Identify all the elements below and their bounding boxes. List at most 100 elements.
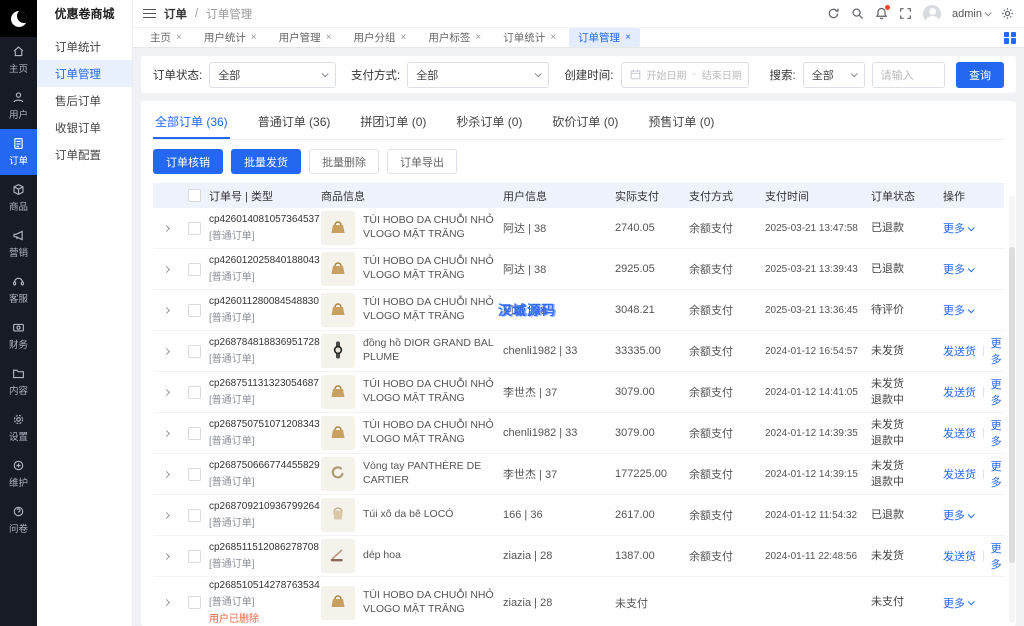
more-button[interactable]: 更多 [991, 335, 1004, 367]
rail-item-主页[interactable]: 主页 [0, 37, 37, 83]
tab-订单统计[interactable]: 订单统计× [494, 28, 565, 47]
more-button[interactable]: 更多 [991, 376, 1004, 408]
more-button[interactable]: 更多 [943, 507, 973, 523]
expand-icon[interactable] [162, 552, 169, 559]
row-checkbox[interactable] [188, 596, 201, 609]
tab-用户统计[interactable]: 用户统计× [195, 28, 266, 47]
sidebar-item-订单配置[interactable]: 订单配置 [37, 141, 132, 168]
more-button[interactable]: 更多 [943, 261, 973, 277]
date-range-picker[interactable]: 开始日期 - 结束日期 [621, 62, 749, 88]
rail-item-财务[interactable]: 财务 [0, 313, 37, 359]
row-checkbox[interactable] [188, 263, 201, 276]
rail-item-维护[interactable]: 维护 [0, 451, 37, 497]
row-checkbox[interactable] [188, 222, 201, 235]
row-checkbox[interactable] [188, 304, 201, 317]
expand-icon[interactable] [162, 429, 169, 436]
search-input[interactable]: 请输入 [872, 62, 945, 88]
notification-bell-icon[interactable] [875, 7, 888, 20]
ship-button[interactable]: 发送货 [943, 466, 976, 482]
row-checkbox[interactable] [188, 468, 201, 481]
more-button[interactable]: 更多 [991, 417, 1004, 449]
rail-item-订单[interactable]: 订单 [0, 129, 37, 175]
sidebar-item-订单管理[interactable]: 订单管理 [37, 60, 132, 87]
sidebar-item-订单统计[interactable]: 订单统计 [37, 33, 132, 60]
close-icon[interactable]: × [401, 32, 407, 43]
订单导出-button[interactable]: 订单导出 [387, 149, 457, 174]
more-button[interactable]: 更多 [991, 458, 1004, 490]
order-tab-秒杀订单 (0)[interactable]: 秒杀订单 (0) [454, 105, 524, 139]
more-button[interactable]: 更多 [943, 595, 973, 611]
rail-item-客服[interactable]: 客服 [0, 267, 37, 313]
order-tab-全部订单 (36)[interactable]: 全部订单 (36) [153, 105, 230, 139]
expand-icon[interactable] [162, 224, 169, 231]
tab-主页[interactable]: 主页× [141, 28, 191, 47]
ship-button[interactable]: 发送货 [943, 343, 976, 359]
scrollbar-thumb[interactable] [1009, 247, 1015, 563]
breadcrumb-root[interactable]: 订单 [164, 6, 187, 22]
select-all-checkbox[interactable] [188, 189, 201, 202]
close-icon[interactable]: × [550, 32, 556, 43]
expand-icon[interactable] [162, 265, 169, 272]
menu-toggle-icon[interactable] [143, 9, 156, 19]
pay-method-select[interactable]: 全部 [407, 62, 549, 88]
tab-用户分组[interactable]: 用户分组× [345, 28, 416, 47]
actions-cell: 发送货更多 [943, 458, 1004, 490]
rail-item-营销[interactable]: 营销 [0, 221, 37, 267]
search-scope-select[interactable]: 全部 [803, 62, 865, 88]
fullscreen-icon[interactable] [899, 7, 912, 20]
table-header: 订单号 | 类型商品信息用户信息实际支付支付方式支付时间订单状态操作 [153, 183, 1004, 208]
tab-用户标签[interactable]: 用户标签× [419, 28, 490, 47]
bag-tan-icon [328, 217, 348, 240]
expand-icon[interactable] [162, 388, 169, 395]
app-logo[interactable] [0, 0, 37, 37]
sidebar-item-收银订单[interactable]: 收银订单 [37, 114, 132, 141]
scrollbar-track[interactable] [1009, 196, 1015, 623]
rail-item-设置[interactable]: 设置 [0, 405, 37, 451]
rail-item-用户[interactable]: 用户 [0, 83, 37, 129]
rail-item-内容[interactable]: 内容 [0, 359, 37, 405]
close-icon[interactable]: × [475, 32, 481, 43]
row-checkbox[interactable] [188, 386, 201, 399]
search-button[interactable]: 查询 [956, 62, 1004, 88]
tab-options-icon[interactable] [1004, 32, 1016, 44]
close-icon[interactable]: × [251, 32, 257, 43]
row-checkbox[interactable] [188, 345, 201, 358]
user-menu[interactable]: admin [952, 8, 990, 20]
row-checkbox[interactable] [188, 427, 201, 440]
more-button[interactable]: 更多 [943, 302, 973, 318]
expand-icon[interactable] [162, 599, 169, 606]
rail-item-问卷[interactable]: 问卷 [0, 497, 37, 543]
tab-订单管理[interactable]: 订单管理× [569, 28, 640, 47]
order-tab-拼团订单 (0)[interactable]: 拼团订单 (0) [358, 105, 428, 139]
ship-button[interactable]: 发送货 [943, 384, 976, 400]
sidebar-item-售后订单[interactable]: 售后订单 [37, 87, 132, 114]
expand-icon[interactable] [162, 306, 169, 313]
ship-button[interactable]: 发送货 [943, 425, 976, 441]
row-checkbox[interactable] [188, 550, 201, 563]
avatar[interactable] [923, 5, 941, 23]
more-label: 更多 [943, 595, 965, 611]
more-button[interactable]: 更多 [943, 220, 973, 236]
order-status-select[interactable]: 全部 [209, 62, 336, 88]
search-icon[interactable] [851, 7, 864, 20]
more-button[interactable]: 更多 [991, 540, 1004, 572]
close-icon[interactable]: × [176, 32, 182, 43]
gear-icon[interactable] [1001, 7, 1014, 20]
expand-icon[interactable] [162, 511, 169, 518]
tab-用户管理[interactable]: 用户管理× [270, 28, 341, 47]
批量发货-button[interactable]: 批量发货 [231, 149, 301, 174]
close-icon[interactable]: × [625, 32, 631, 43]
expand-icon[interactable] [162, 470, 169, 477]
ship-button[interactable]: 发送货 [943, 548, 976, 564]
rail-item-label: 设置 [9, 429, 28, 443]
close-icon[interactable]: × [326, 32, 332, 43]
order-tab-砍价订单 (0)[interactable]: 砍价订单 (0) [550, 105, 620, 139]
refresh-icon[interactable] [827, 7, 840, 20]
rail-item-商品[interactable]: 商品 [0, 175, 37, 221]
order-tab-普通订单 (36)[interactable]: 普通订单 (36) [256, 105, 333, 139]
批量删除-button[interactable]: 批量删除 [309, 149, 379, 174]
订单核销-button[interactable]: 订单核销 [153, 149, 223, 174]
row-checkbox[interactable] [188, 509, 201, 522]
expand-icon[interactable] [162, 347, 169, 354]
order-tab-预售订单 (0)[interactable]: 预售订单 (0) [646, 105, 716, 139]
